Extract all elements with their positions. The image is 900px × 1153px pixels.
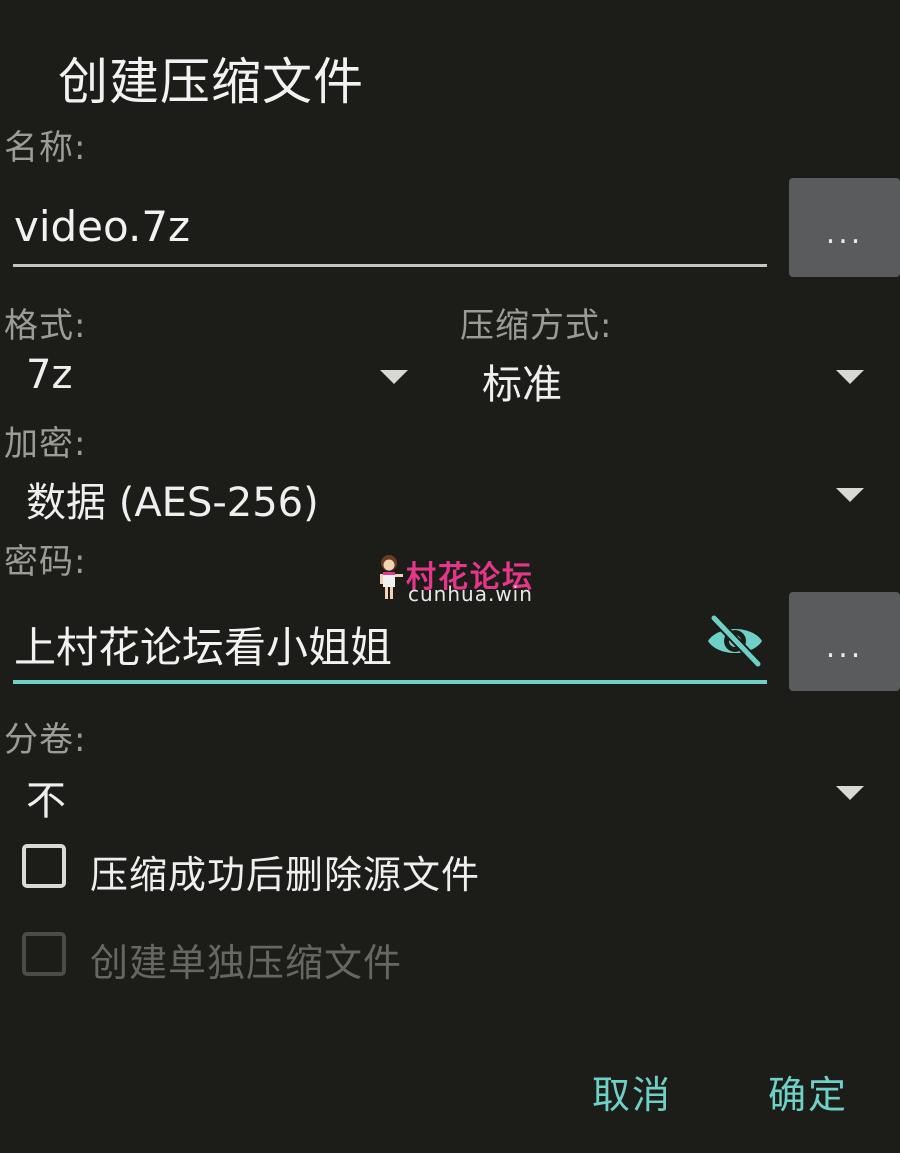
separate-archive-checkbox — [22, 932, 66, 976]
format-label: 格式: — [4, 306, 87, 346]
more-dots-icon: ... — [825, 630, 864, 665]
split-dropdown[interactable]: 不 — [0, 760, 890, 826]
password-input-underline — [13, 680, 767, 684]
name-input[interactable]: video.7z — [14, 202, 190, 251]
compression-dropdown[interactable]: 标准 — [458, 344, 888, 410]
dialog-title: 创建压缩文件 — [58, 53, 364, 111]
compression-selected: 标准 — [482, 362, 562, 408]
watermark-logo: 村花论坛 cunhua.win — [376, 552, 536, 606]
name-browse-button[interactable]: ... — [789, 178, 900, 277]
delete-source-option[interactable]: 压缩成功后删除源文件 — [20, 840, 580, 897]
encryption-selected: 数据 (AES-256) — [26, 480, 319, 526]
cancel-button[interactable]: 取消 — [592, 1064, 672, 1119]
password-label: 密码: — [4, 542, 87, 582]
password-browse-button[interactable]: ... — [789, 592, 900, 691]
chevron-down-icon — [380, 370, 408, 384]
delete-source-checkbox[interactable] — [22, 844, 66, 888]
chevron-down-icon — [836, 786, 864, 800]
chevron-down-icon — [836, 488, 864, 502]
eye-off-icon[interactable] — [704, 614, 766, 668]
ok-button[interactable]: 确定 — [768, 1064, 848, 1119]
format-selected: 7z — [26, 352, 73, 398]
more-dots-icon: ... — [825, 216, 864, 251]
name-label: 名称: — [4, 128, 87, 168]
compression-label: 压缩方式: — [460, 306, 613, 346]
split-selected: 不 — [26, 778, 66, 824]
password-input[interactable]: 上村花论坛看小姐姐 — [14, 614, 392, 675]
name-input-underline — [13, 264, 767, 267]
separate-archive-option: 创建单独压缩文件 — [20, 928, 580, 985]
encryption-label: 加密: — [4, 424, 87, 464]
split-label: 分卷: — [4, 720, 87, 760]
encryption-dropdown[interactable]: 数据 (AES-256) — [0, 462, 890, 528]
format-dropdown[interactable]: 7z — [0, 344, 430, 410]
separate-archive-label: 创建单独压缩文件 — [90, 941, 403, 985]
watermark-site: cunhua.win — [408, 582, 533, 606]
girl-figure-icon — [380, 555, 403, 599]
chevron-down-icon — [836, 370, 864, 384]
delete-source-label: 压缩成功后删除源文件 — [90, 853, 481, 897]
